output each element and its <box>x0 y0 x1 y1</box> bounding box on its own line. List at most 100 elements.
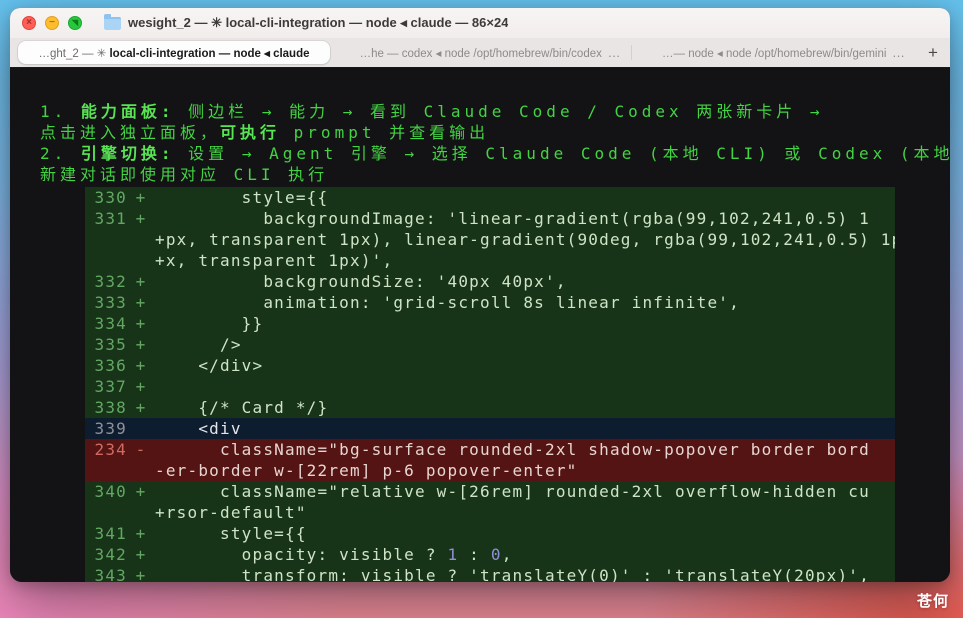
diff-line-number: 335 <box>93 334 127 355</box>
diff-sign <box>127 229 155 250</box>
diff-code: <div <box>155 418 895 439</box>
diff-line-number: 343 <box>93 565 127 582</box>
diff-sign: + <box>127 208 155 229</box>
diff-row: 332+ backgroundSize: '40px 40px', <box>85 271 895 292</box>
diff-line-number: 341 <box>93 523 127 544</box>
diff-line-number <box>93 460 127 481</box>
diff-code: +rsor-default" <box>155 502 895 523</box>
diff-code: </div> <box>155 355 895 376</box>
diff-row: 343+ transform: visible ? 'translateY(0)… <box>85 565 895 582</box>
diff-sign: + <box>127 334 155 355</box>
diff-code: style={{ <box>155 187 895 208</box>
diff-row: 342+ opacity: visible ? 1 : 0, <box>85 544 895 565</box>
diff-row: 341+ style={{ <box>85 523 895 544</box>
diff-code: +px, transparent 1px), linear-gradient(9… <box>155 229 895 250</box>
terminal-intro-text: 1. 能力面板: 侧边栏 → 能力 → 看到 Claude Code / Cod… <box>40 101 950 185</box>
watermark: 苍何 <box>917 590 949 611</box>
diff-line-number <box>93 250 127 271</box>
diff-sign: + <box>127 187 155 208</box>
window-title: wesight_2 — ✳ local-cli-integration — no… <box>128 15 508 31</box>
diff-line-number: 333 <box>93 292 127 313</box>
diff-row: 330+ style={{ <box>85 187 895 208</box>
diff-line-number: 336 <box>93 355 127 376</box>
diff-code: +x, transparent 1px)', <box>155 250 895 271</box>
minimize-button[interactable]: − <box>45 16 59 30</box>
diff-sign: + <box>127 397 155 418</box>
traffic-lights: × − ◥ <box>20 16 82 30</box>
diff-code: }} <box>155 313 895 334</box>
terminal-screen[interactable]: 1. 能力面板: 侧边栏 → 能力 → 看到 Claude Code / Cod… <box>10 68 950 582</box>
diff-line-number <box>93 229 127 250</box>
code-diff-block: 330+ style={{331+ backgroundImage: 'line… <box>85 187 895 582</box>
title-bar: × − ◥ wesight_2 — ✳ local-cli-integratio… <box>10 8 950 38</box>
window-title-wrap: wesight_2 — ✳ local-cli-integration — no… <box>104 15 508 31</box>
terminal-text-line: 1. 能力面板: 侧边栏 → 能力 → 看到 Claude Code / Cod… <box>40 101 950 122</box>
diff-line-number: 339 <box>93 418 127 439</box>
diff-row: 234- className="bg-surface rounded-2xl s… <box>85 439 895 460</box>
diff-row: +x, transparent 1px)', <box>85 250 895 271</box>
terminal-text-line: 点击进入独立面板，可执行 prompt 并查看输出 <box>40 122 950 143</box>
diff-code <box>155 376 895 397</box>
tab-gemini-label: …— node ◂ node /opt/homebrew/bin/gemini <box>662 46 886 60</box>
diff-row: 331+ backgroundImage: 'linear-gradient(r… <box>85 208 895 229</box>
diff-row: 336+ </div> <box>85 355 895 376</box>
diff-sign <box>127 418 155 439</box>
diff-row: 333+ animation: 'grid-scroll 8s linear i… <box>85 292 895 313</box>
diff-sign: + <box>127 355 155 376</box>
diff-sign: + <box>127 313 155 334</box>
diff-code: backgroundSize: '40px 40px', <box>155 271 895 292</box>
diff-sign: + <box>127 565 155 582</box>
diff-sign: - <box>127 439 155 460</box>
diff-row: +px, transparent 1px), linear-gradient(9… <box>85 229 895 250</box>
tab-codex-overflow-icon[interactable]: … <box>607 45 621 60</box>
diff-row: -er-border w-[22rem] p-6 popover-enter" <box>85 460 895 481</box>
diff-sign <box>127 250 155 271</box>
tab-codex-label: …he — codex ◂ node /opt/homebrew/bin/cod… <box>360 46 602 60</box>
diff-code: {/* Card */} <box>155 397 895 418</box>
folder-icon <box>104 17 121 30</box>
terminal-window: × − ◥ wesight_2 — ✳ local-cli-integratio… <box>10 8 950 582</box>
diff-code: backgroundImage: 'linear-gradient(rgba(9… <box>155 208 895 229</box>
diff-code: transform: visible ? 'translateY(0)' : '… <box>155 565 895 582</box>
diff-sign <box>127 502 155 523</box>
close-button[interactable]: × <box>22 16 36 30</box>
diff-sign: + <box>127 523 155 544</box>
diff-row: 340+ className="relative w-[26rem] round… <box>85 481 895 502</box>
diff-code: -er-border w-[22rem] p-6 popover-enter" <box>155 460 895 481</box>
diff-line-number: 234 <box>93 439 127 460</box>
diff-code: style={{ <box>155 523 895 544</box>
diff-line-number <box>93 502 127 523</box>
diff-row: 337+ <box>85 376 895 397</box>
diff-row: 338+ {/* Card */} <box>85 397 895 418</box>
diff-line-number: 338 <box>93 397 127 418</box>
new-tab-button[interactable]: + <box>916 38 950 67</box>
diff-sign: + <box>127 292 155 313</box>
diff-sign: + <box>127 271 155 292</box>
tab-gemini[interactable]: …— node ◂ node /opt/homebrew/bin/gemini … <box>632 38 916 67</box>
terminal-text-line: 2. 引擎切换: 设置 → Agent 引擎 → 选择 Claude Code … <box>40 143 950 164</box>
diff-line-number: 331 <box>93 208 127 229</box>
diff-sign: + <box>127 544 155 565</box>
diff-code: animation: 'grid-scroll 8s linear infini… <box>155 292 895 313</box>
diff-sign <box>127 460 155 481</box>
diff-code: /> <box>155 334 895 355</box>
diff-line-number: 334 <box>93 313 127 334</box>
tab-claude[interactable]: …ght_2 — ✳ local-cli-integration — node … <box>18 41 330 64</box>
diff-row: 335+ /> <box>85 334 895 355</box>
diff-row: 334+ }} <box>85 313 895 334</box>
zoom-button[interactable]: ◥ <box>68 16 82 30</box>
diff-code: opacity: visible ? 1 : 0, <box>155 544 895 565</box>
tab-bar: …ght_2 — ✳ local-cli-integration — node … <box>10 38 950 68</box>
diff-sign: + <box>127 481 155 502</box>
diff-code: className="relative w-[26rem] rounded-2x… <box>155 481 895 502</box>
tab-gemini-overflow-icon[interactable]: … <box>892 45 906 60</box>
terminal-text-line: 新建对话即使用对应 CLI 执行 <box>40 164 950 185</box>
tab-codex[interactable]: …he — codex ◂ node /opt/homebrew/bin/cod… <box>330 38 631 67</box>
diff-row: +rsor-default" <box>85 502 895 523</box>
diff-sign: + <box>127 376 155 397</box>
diff-row: 339 <div <box>85 418 895 439</box>
diff-code: className="bg-surface rounded-2xl shadow… <box>155 439 895 460</box>
diff-line-number: 330 <box>93 187 127 208</box>
diff-line-number: 337 <box>93 376 127 397</box>
diff-line-number: 342 <box>93 544 127 565</box>
